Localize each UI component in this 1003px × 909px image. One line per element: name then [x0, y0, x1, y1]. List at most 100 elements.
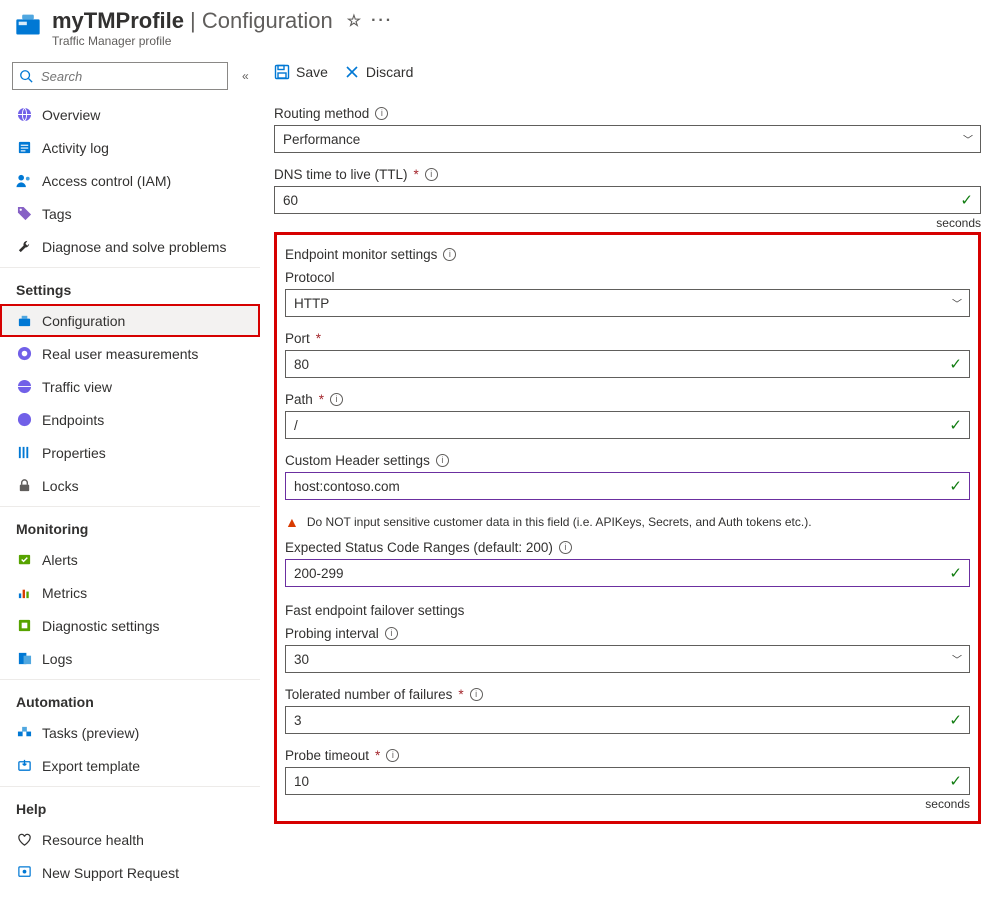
alerts-icon [16, 552, 32, 567]
path-value: / [294, 418, 298, 433]
tasks-icon [16, 725, 32, 740]
info-icon[interactable]: i [470, 688, 483, 701]
custom-header-input[interactable]: host:contoso.com ✓ [285, 472, 970, 500]
info-icon[interactable]: i [443, 248, 456, 261]
info-icon[interactable]: i [436, 454, 449, 467]
ttl-input[interactable]: 60 ✓ [274, 186, 981, 214]
probe-timeout-unit: seconds [285, 797, 970, 811]
probing-interval-value: 30 [294, 652, 309, 667]
nav-properties[interactable]: Properties [0, 436, 260, 469]
nav-access-control[interactable]: Access control (IAM) [0, 164, 260, 197]
check-icon: ✓ [949, 564, 962, 582]
nav-label: Real user measurements [42, 346, 198, 362]
nav-resource-health[interactable]: Resource health [0, 823, 260, 856]
nav-tags[interactable]: Tags [0, 197, 260, 230]
metrics-icon [16, 585, 32, 600]
ttl-unit: seconds [274, 216, 981, 230]
nav-overview[interactable]: Overview [0, 98, 260, 131]
nav-tasks[interactable]: Tasks (preview) [0, 716, 260, 749]
sidebar-search-input[interactable] [39, 68, 221, 85]
heart-icon [16, 832, 32, 847]
more-icon[interactable]: ··· [371, 12, 393, 30]
port-input[interactable]: 80 ✓ [285, 350, 970, 378]
nav-alerts[interactable]: Alerts [0, 543, 260, 576]
nav-label: Tasks (preview) [42, 725, 139, 741]
export-icon [16, 758, 32, 773]
resource-type-subtitle: Traffic Manager profile [52, 34, 989, 48]
status-codes-input[interactable]: 200-299 ✓ [285, 559, 970, 587]
globe-icon [16, 379, 32, 394]
nav-label: Traffic view [42, 379, 112, 395]
nav-activity-log[interactable]: Activity log [0, 131, 260, 164]
nav-locks[interactable]: Locks [0, 469, 260, 502]
probe-timeout-input[interactable]: 10 ✓ [285, 767, 970, 795]
tolerated-failures-input[interactable]: 3 ✓ [285, 706, 970, 734]
globe-icon [16, 346, 32, 361]
nav-label: Alerts [42, 552, 78, 568]
info-icon[interactable]: i [559, 541, 572, 554]
protocol-value: HTTP [294, 296, 329, 311]
tolerated-failures-label: Tolerated number of failures [285, 687, 452, 702]
endpoint-monitor-title: Endpoint monitor settings [285, 247, 437, 262]
nav-rum[interactable]: Real user measurements [0, 337, 260, 370]
favorite-icon[interactable]: ☆ [347, 11, 361, 31]
globe-icon [16, 107, 32, 122]
check-icon: ✓ [949, 355, 962, 373]
status-codes-label: Expected Status Code Ranges (default: 20… [285, 540, 553, 555]
nav-group-monitoring: Monitoring [0, 506, 260, 543]
check-icon: ✓ [949, 772, 962, 790]
nav-traffic-view[interactable]: Traffic view [0, 370, 260, 403]
ttl-label: DNS time to live (TTL) [274, 167, 408, 182]
nav-label: Access control (IAM) [42, 173, 171, 189]
check-icon: ✓ [960, 191, 973, 209]
save-label: Save [296, 64, 328, 80]
save-button[interactable]: Save [274, 64, 328, 80]
nav-metrics[interactable]: Metrics [0, 576, 260, 609]
discard-button[interactable]: Discard [344, 64, 413, 80]
properties-icon [16, 445, 32, 460]
nav-group-help: Help [0, 786, 260, 823]
nav-label: Activity log [42, 140, 109, 156]
sidebar-search[interactable] [12, 62, 228, 90]
nav-label: Endpoints [42, 412, 104, 428]
nav-configuration[interactable]: Configuration [0, 304, 260, 337]
protocol-select[interactable]: HTTP ﹀ [285, 289, 970, 317]
protocol-label: Protocol [285, 270, 335, 285]
lock-icon [16, 478, 32, 493]
nav-diagnose[interactable]: Diagnose and solve problems [0, 230, 260, 263]
nav-label: Tags [42, 206, 72, 222]
support-icon [16, 865, 32, 880]
custom-header-value: host:contoso.com [294, 479, 400, 494]
info-icon[interactable]: i [385, 627, 398, 640]
nav-label: Resource health [42, 832, 144, 848]
globe-icon [16, 412, 32, 427]
info-icon[interactable]: i [375, 107, 388, 120]
check-icon: ✓ [949, 711, 962, 729]
nav-endpoints[interactable]: Endpoints [0, 403, 260, 436]
info-icon[interactable]: i [425, 168, 438, 181]
nav-diag-settings[interactable]: Diagnostic settings [0, 609, 260, 642]
status-codes-value: 200-299 [294, 566, 344, 581]
log-icon [16, 140, 32, 155]
custom-header-label: Custom Header settings [285, 453, 430, 468]
routing-method-select[interactable]: Performance ﹀ [274, 125, 981, 153]
nav-label: Locks [42, 478, 79, 494]
collapse-sidebar-icon[interactable]: « [242, 69, 249, 83]
resource-icon [14, 10, 42, 38]
nav-group-settings: Settings [0, 267, 260, 304]
probe-timeout-value: 10 [294, 774, 309, 789]
nav-export-template[interactable]: Export template [0, 749, 260, 782]
nav-logs[interactable]: Logs [0, 642, 260, 675]
page-title-section: | Configuration [190, 8, 333, 34]
path-input[interactable]: / ✓ [285, 411, 970, 439]
probing-interval-label: Probing interval [285, 626, 379, 641]
routing-method-value: Performance [283, 132, 360, 147]
warning-icon: ▲ [285, 514, 299, 530]
info-icon[interactable]: i [386, 749, 399, 762]
tolerated-failures-value: 3 [294, 713, 302, 728]
nav-new-support[interactable]: New Support Request [0, 856, 260, 889]
info-icon[interactable]: i [330, 393, 343, 406]
nav-label: Properties [42, 445, 106, 461]
probing-interval-select[interactable]: 30 ﹀ [285, 645, 970, 673]
warning-text: Do NOT input sensitive customer data in … [307, 515, 812, 529]
